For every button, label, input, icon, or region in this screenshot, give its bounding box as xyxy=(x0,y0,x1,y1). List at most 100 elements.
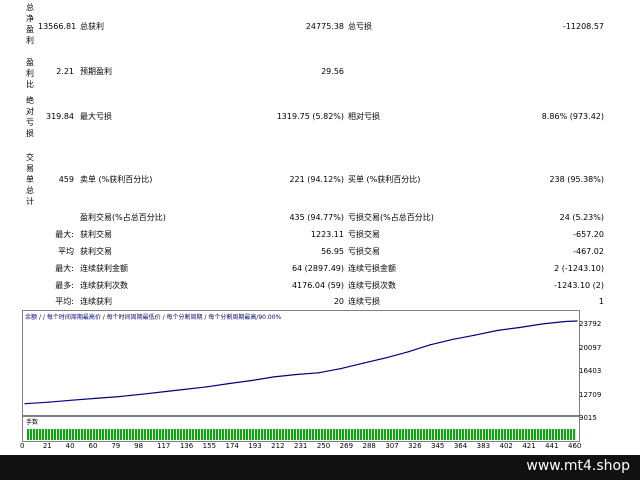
balance-chart: 余额 / / 每个时间周期最高价 / 每个时间周期最低价 / 每个分割周期 / … xyxy=(22,310,580,416)
volume-bar xyxy=(87,429,89,440)
volume-bar xyxy=(96,429,98,440)
x-tick-label: 383 xyxy=(476,442,491,450)
volume-bar xyxy=(252,429,254,440)
volume-bar xyxy=(564,429,566,440)
profit-factor-label: 盈利比 xyxy=(26,58,34,89)
volume-bar xyxy=(42,429,44,440)
volume-bar xyxy=(291,429,293,440)
volume-bar xyxy=(333,429,335,440)
volume-bar xyxy=(141,429,143,440)
balance-point xyxy=(273,376,275,378)
volume-bar xyxy=(369,429,371,440)
max-consecutive-losses-label: 连续亏损金额 xyxy=(348,264,396,273)
volume-bar xyxy=(537,429,539,440)
average-consecutive-prefix: 平均: xyxy=(55,297,74,306)
balance-point xyxy=(518,326,521,329)
balance-point xyxy=(71,399,73,401)
volume-bar xyxy=(342,429,344,440)
volume-bar xyxy=(315,429,317,440)
volume-bar xyxy=(528,429,530,440)
volume-bar xyxy=(450,429,452,440)
x-tick-label: 364 xyxy=(453,442,468,450)
volume-bar xyxy=(417,429,419,440)
volume-bar xyxy=(471,429,473,440)
volume-bar xyxy=(396,429,398,440)
balance-point xyxy=(47,401,50,403)
average-profit-label: 获利交易 xyxy=(80,247,112,256)
volume-bar xyxy=(378,429,380,440)
volume-bar xyxy=(504,429,506,440)
volume-bar xyxy=(558,429,560,440)
x-tick-label: 212 xyxy=(271,442,285,450)
volume-bar xyxy=(375,429,377,440)
volume-bar xyxy=(144,429,146,440)
total-trades-label: 交易单总计 xyxy=(26,153,34,206)
volume-bar xyxy=(72,429,74,440)
x-tick-label: 21 xyxy=(42,442,52,450)
absolute-drawdown-label: 绝对亏损 xyxy=(26,96,34,138)
gross-profit-label: 总获利 xyxy=(80,22,104,31)
volume-bar xyxy=(477,429,479,440)
long-positions-label: 买单 (%获利百分比) xyxy=(348,175,421,184)
volume-bar xyxy=(201,429,203,440)
x-tick-label: 155 xyxy=(202,442,217,450)
volume-bar xyxy=(348,429,350,440)
y-tick-label: 16403 xyxy=(579,367,602,375)
average-profit-value: 56.95 xyxy=(321,247,344,256)
volume-bar xyxy=(285,429,287,440)
maximal-consecutive-profit-value: 4176.04 (59) xyxy=(291,281,344,290)
volume-bar xyxy=(174,429,176,440)
loss-trades-label: 亏损交易(%占总百分比) xyxy=(348,213,434,222)
volume-bar xyxy=(498,429,500,440)
volume-bar xyxy=(165,429,167,440)
volume-bar xyxy=(426,429,428,440)
x-tick-label: 269 xyxy=(339,442,354,450)
volume-bar xyxy=(507,429,509,440)
volume-bar xyxy=(294,429,296,440)
balance-point xyxy=(94,397,97,399)
y-tick-label: 20097 xyxy=(579,343,602,352)
volume-bar xyxy=(327,429,329,440)
gross-loss-label: 总亏损 xyxy=(348,22,372,31)
volume-bar xyxy=(90,429,92,440)
volume-bar xyxy=(36,429,38,440)
volume-bar xyxy=(318,429,320,440)
volume-bar xyxy=(516,429,518,440)
volume-bar xyxy=(465,429,467,440)
volume-bar xyxy=(366,429,368,440)
x-tick-label: 326 xyxy=(408,442,422,450)
volume-bar xyxy=(147,429,149,440)
volume-bar xyxy=(234,429,236,440)
y-tick-label: 12709 xyxy=(579,390,602,399)
volume-bar xyxy=(474,429,476,440)
x-tick-label: 174 xyxy=(225,442,239,450)
x-tick-label: 345 xyxy=(431,442,445,450)
largest-profit-value: 1223.11 xyxy=(310,230,344,239)
volume-bar xyxy=(351,429,353,440)
volume-bar xyxy=(210,429,212,440)
balance-point xyxy=(429,344,431,346)
volume-bar xyxy=(99,429,101,440)
volume-bars xyxy=(27,429,575,440)
volume-bar xyxy=(513,429,515,440)
volume-bar xyxy=(69,429,71,440)
volume-bar xyxy=(570,429,572,440)
x-tick-label: 193 xyxy=(248,442,262,450)
relative-drawdown-value: 8.86% (973.42) xyxy=(541,112,604,121)
volume-bar xyxy=(444,429,446,440)
volume-bar xyxy=(549,429,551,440)
balance-point xyxy=(407,351,409,353)
volume-bar xyxy=(519,429,521,440)
volume-bar xyxy=(273,429,275,440)
average-prefix: 平均 xyxy=(58,247,74,256)
balance-point xyxy=(362,362,364,364)
x-tick-label: 98 xyxy=(134,442,144,450)
volume-bar xyxy=(261,429,263,440)
volume-bar xyxy=(30,429,32,440)
volume-bar xyxy=(156,429,158,440)
volume-bar xyxy=(552,429,554,440)
volume-bar xyxy=(336,429,338,440)
volume-bar xyxy=(483,429,485,440)
max-consecutive-losses-value: 2 (-1243.10) xyxy=(554,264,604,273)
volume-bar xyxy=(222,429,224,440)
